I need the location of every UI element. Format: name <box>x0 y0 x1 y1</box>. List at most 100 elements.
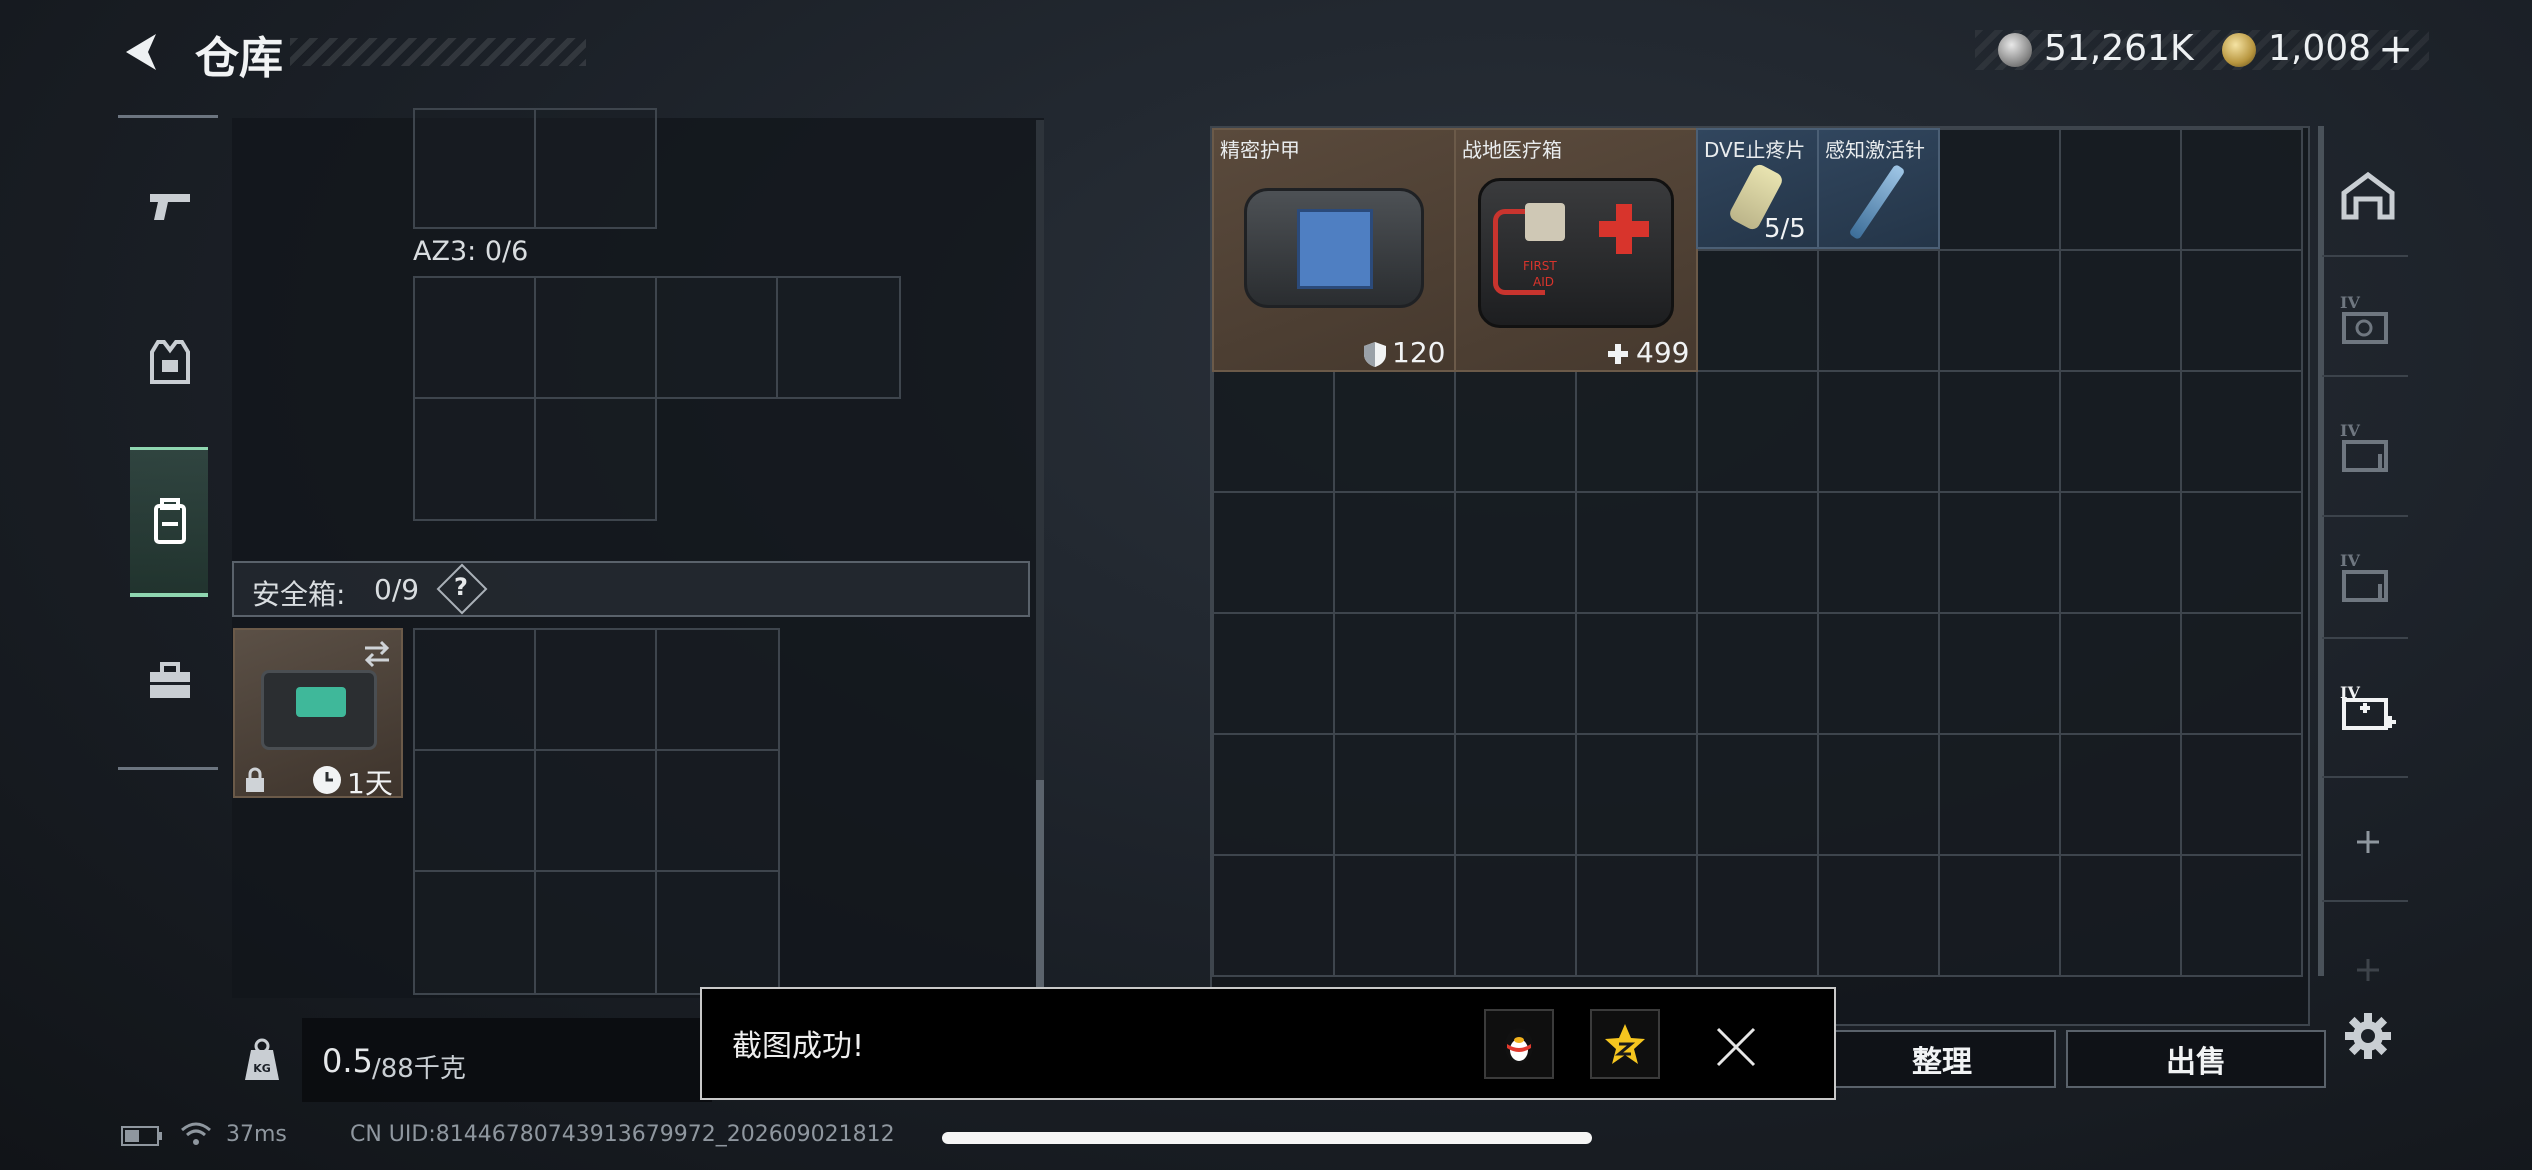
toast-close-button[interactable] <box>1714 1025 1758 1069</box>
stash-slot[interactable] <box>1575 491 1698 614</box>
stash-item-painkiller[interactable]: DVE止疼片 5/5 <box>1696 128 1819 249</box>
stash-slot[interactable] <box>2059 128 2182 251</box>
nav-item-backpack[interactable] <box>130 482 210 562</box>
az3-slot[interactable] <box>534 397 657 521</box>
safe-box-slot[interactable] <box>413 870 536 995</box>
stash-slot[interactable] <box>2180 491 2303 614</box>
share-qq-button[interactable] <box>1484 1009 1554 1079</box>
safe-box-slot[interactable] <box>655 628 780 751</box>
stash-slot[interactable] <box>2180 733 2303 856</box>
stash-tab-2[interactable]: IV <box>2338 290 2398 350</box>
stash-slot[interactable] <box>1333 370 1456 493</box>
az3-slot[interactable] <box>655 276 778 399</box>
loadout-scrollbar-thumb[interactable] <box>1036 780 1044 990</box>
stash-slot[interactable] <box>1817 733 1940 856</box>
stash-slot[interactable] <box>2059 612 2182 735</box>
stash-slot[interactable] <box>2180 249 2303 372</box>
stash-slot[interactable] <box>2059 491 2182 614</box>
share-qzone-button[interactable] <box>1590 1009 1660 1079</box>
safe-box-slot[interactable] <box>413 628 536 751</box>
stash-item-armor[interactable]: 精密护甲 120 <box>1212 128 1456 372</box>
stash-tab-3[interactable]: IV <box>2338 418 2398 478</box>
stash-slot[interactable] <box>1696 249 1819 372</box>
vest-icon <box>150 340 190 384</box>
safe-box-slot[interactable] <box>655 870 780 995</box>
safe-box-slot[interactable] <box>534 628 657 751</box>
stash-slot[interactable] <box>2180 370 2303 493</box>
stash-slot[interactable] <box>1938 128 2061 251</box>
safe-box-slot[interactable] <box>534 870 657 995</box>
add-currency-button[interactable]: + <box>2378 24 2413 73</box>
toast-message: 截图成功! <box>732 1029 865 1064</box>
stash-slot[interactable] <box>1938 733 2061 856</box>
stash-slot[interactable] <box>1696 854 1819 977</box>
home-indicator[interactable] <box>942 1132 1592 1144</box>
stash-slot[interactable] <box>1938 854 2061 977</box>
stash-tab-4[interactable]: IV <box>2338 548 2398 608</box>
container-slot[interactable] <box>534 108 657 229</box>
lock-icon <box>246 767 264 792</box>
az3-slot[interactable] <box>776 276 901 399</box>
stash-slot[interactable] <box>1575 733 1698 856</box>
stash-slot[interactable] <box>1696 491 1819 614</box>
container-slot[interactable] <box>413 108 536 229</box>
stash-slot[interactable] <box>1212 612 1335 735</box>
stash-slot[interactable] <box>1333 491 1456 614</box>
stash-slot[interactable] <box>1696 733 1819 856</box>
stash-slot[interactable] <box>1696 612 1819 735</box>
stash-slot[interactable] <box>1938 249 2061 372</box>
nav-item-gear[interactable] <box>130 322 210 402</box>
stash-slot[interactable] <box>1817 612 1940 735</box>
add-tab-button[interactable] <box>2338 812 2398 872</box>
sell-button[interactable]: 出售 <box>2066 1030 2326 1088</box>
stash-slot[interactable] <box>2180 612 2303 735</box>
stash-slot[interactable] <box>1454 491 1577 614</box>
stash-slot[interactable] <box>1212 733 1335 856</box>
stash-scrollbar[interactable] <box>2318 126 2324 976</box>
az3-slot[interactable] <box>413 397 536 521</box>
stash-slot[interactable] <box>2059 370 2182 493</box>
stash-slot[interactable] <box>1817 249 1940 372</box>
nav-item-toolbox[interactable] <box>130 642 210 722</box>
az3-slot[interactable] <box>534 276 657 399</box>
stash-slot[interactable] <box>1817 491 1940 614</box>
stash-tab-add[interactable]: IV <box>2338 680 2398 740</box>
stash-slot[interactable] <box>1333 612 1456 735</box>
stash-item-medkit[interactable]: 战地医疗箱 FIRST AID 499 <box>1454 128 1698 372</box>
stash-slot[interactable] <box>1212 854 1335 977</box>
stash-slot[interactable] <box>1575 370 1698 493</box>
settings-button[interactable] <box>2338 1006 2398 1066</box>
stash-slot[interactable] <box>1454 733 1577 856</box>
stash-slot[interactable] <box>1938 491 2061 614</box>
stash-slot[interactable] <box>1454 612 1577 735</box>
stash-slot[interactable] <box>1333 733 1456 856</box>
stash-slot[interactable] <box>2059 733 2182 856</box>
safe-box-slot[interactable] <box>413 749 536 872</box>
safe-box-slot[interactable] <box>655 749 780 872</box>
stash-slot[interactable] <box>2059 854 2182 977</box>
stash-slot[interactable] <box>1575 612 1698 735</box>
stash-slot[interactable] <box>2180 854 2303 977</box>
stash-slot[interactable] <box>1696 370 1819 493</box>
sort-button[interactable]: 整理 <box>1828 1030 2056 1088</box>
stash-slot[interactable] <box>1454 370 1577 493</box>
stash-item-injector[interactable]: 感知激活针 <box>1817 128 1940 249</box>
stash-slot[interactable] <box>1938 612 2061 735</box>
stash-slot[interactable] <box>1817 370 1940 493</box>
stash-slot[interactable] <box>1212 491 1335 614</box>
stash-slot[interactable] <box>2059 249 2182 372</box>
back-button[interactable] <box>118 28 166 76</box>
safe-box-slot[interactable] <box>534 749 657 872</box>
stash-slot[interactable] <box>1454 854 1577 977</box>
stash-tab-warehouse[interactable] <box>2338 166 2398 226</box>
stash-slot[interactable] <box>1575 854 1698 977</box>
safe-box-item[interactable]: 1天 <box>233 628 403 800</box>
stash-slot[interactable] <box>1938 370 2061 493</box>
stash-slot[interactable] <box>1333 854 1456 977</box>
stash-slot[interactable] <box>1212 370 1335 493</box>
swap-icon[interactable] <box>361 638 393 670</box>
az3-slot[interactable] <box>413 276 536 399</box>
nav-item-weapons[interactable] <box>130 166 210 246</box>
stash-slot[interactable] <box>2180 128 2303 251</box>
stash-slot[interactable] <box>1817 854 1940 977</box>
